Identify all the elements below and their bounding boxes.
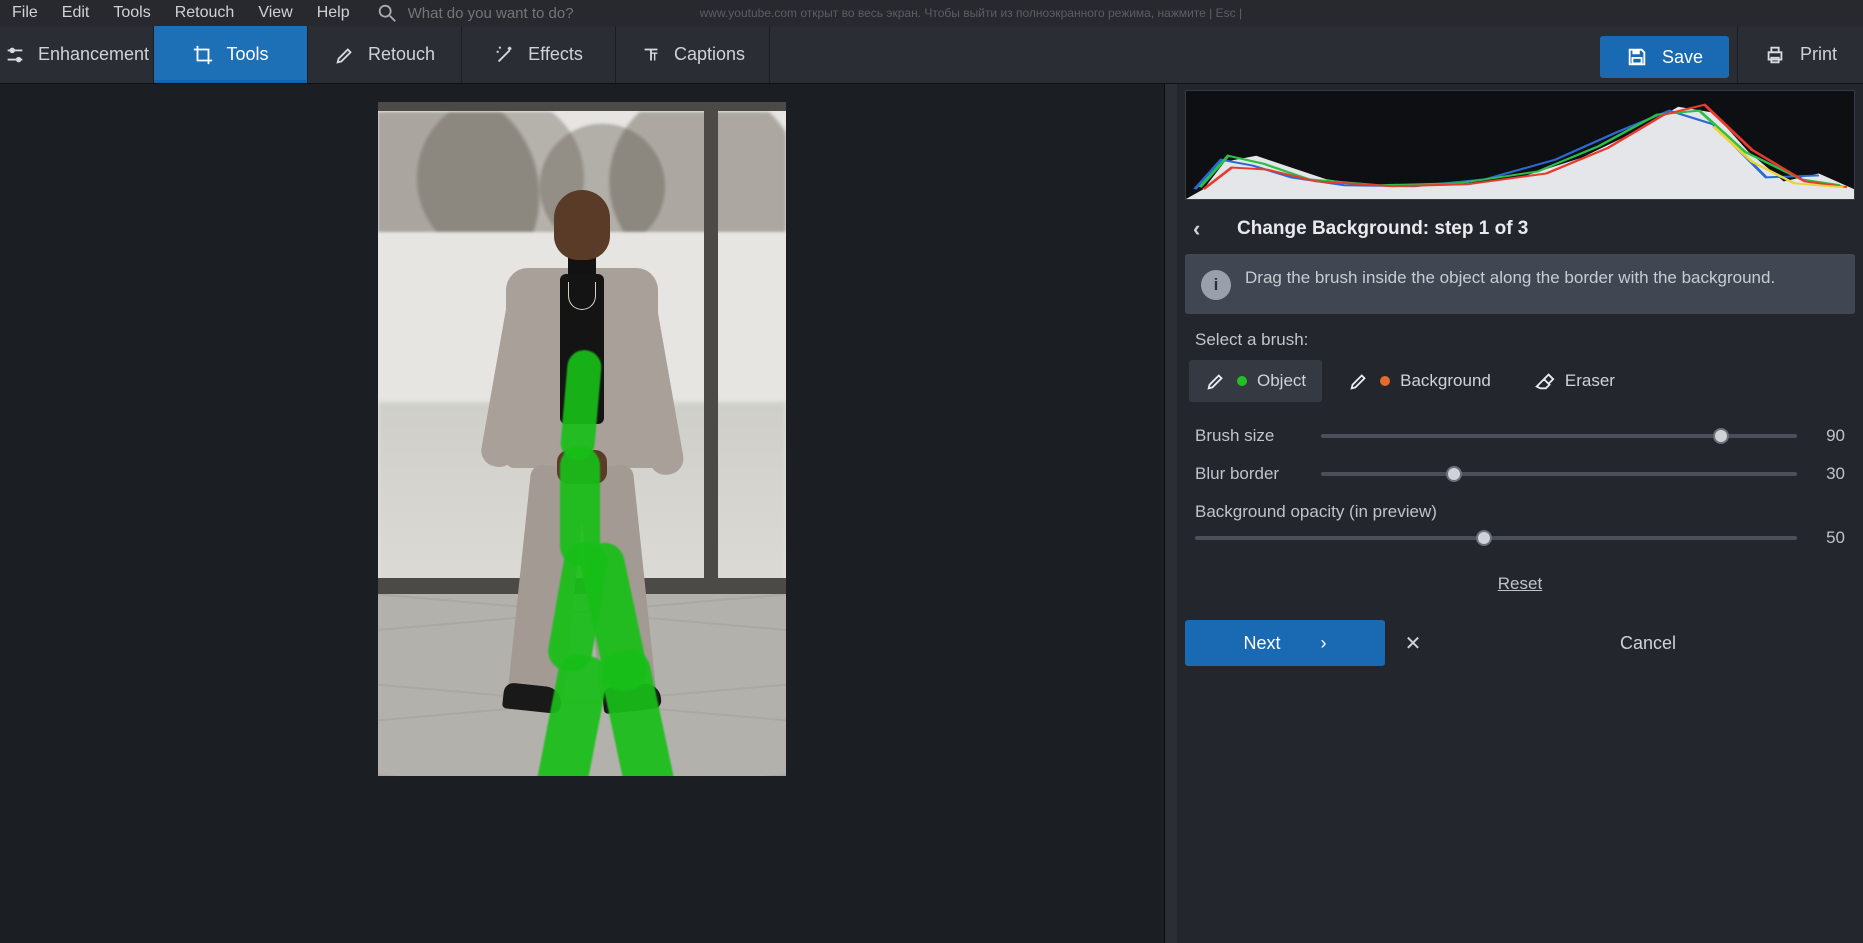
right-sidebar: ‹ Change Background: step 1 of 3 i Drag … [1177,84,1863,943]
menu-retouch[interactable]: Retouch [167,4,243,22]
cancel-button[interactable]: Cancel [1441,620,1855,666]
panel-header: ‹ Change Background: step 1 of 3 [1177,204,1863,254]
tab-label: Captions [674,44,745,65]
bg-opacity-slider[interactable] [1195,528,1797,548]
print-button[interactable]: Print [1737,26,1863,83]
brush-object-label: Object [1257,371,1306,391]
search-input[interactable] [408,5,688,22]
save-label: Save [1662,47,1703,68]
tab-captions[interactable]: Captions [616,26,770,83]
search-icon [376,2,398,24]
info-icon: i [1201,270,1231,300]
menu-edit[interactable]: Edit [54,4,98,22]
menu-bar: File Edit Tools Retouch View Help www.yo… [0,0,1863,26]
brush-background-label: Background [1400,371,1491,391]
canvas-area[interactable] [0,84,1165,943]
brush-eraser-label: Eraser [1565,371,1615,391]
bg-opacity-value: 50 [1811,528,1845,548]
bg-opacity-label: Background opacity (in preview) [1195,502,1845,522]
brush-size-label: Brush size [1195,426,1307,446]
tab-label: Retouch [368,44,435,65]
blur-border-value: 30 [1811,464,1845,484]
wand-icon [494,44,516,66]
vertical-scrollbar[interactable] [1165,84,1177,943]
panel-title: Change Background: step 1 of 3 [1237,218,1528,240]
brush-background-button[interactable]: Background [1332,360,1507,402]
brush-background-icon [1348,370,1370,392]
brush-eraser-button[interactable]: Eraser [1517,360,1631,402]
fullscreen-hint: www.youtube.com открыт во весь экран. Чт… [700,6,1242,20]
next-button[interactable]: Next › [1185,620,1385,666]
save-icon [1626,46,1648,68]
blur-border-label: Blur border [1195,464,1307,484]
brush-size-slider[interactable] [1321,426,1797,446]
brush-object-button[interactable]: Object [1189,360,1322,402]
brush-object-icon [1205,370,1227,392]
sliders-icon [4,44,26,66]
reset-link[interactable]: Reset [1177,554,1863,614]
brush-icon [334,44,356,66]
tab-label: Tools [226,44,268,65]
menu-help[interactable]: Help [309,4,358,22]
main-toolbar: Enhancement Tools Retouch Effects Captio… [0,26,1863,84]
back-icon[interactable]: ‹ [1193,216,1217,242]
tab-retouch[interactable]: Retouch [308,26,462,83]
close-icon[interactable]: ✕ [1385,620,1441,666]
next-label: Next [1243,633,1280,654]
menu-view[interactable]: View [250,4,300,22]
print-label: Print [1800,44,1837,65]
tab-label: Enhancement [38,44,149,65]
chevron-right-icon: › [1321,633,1327,654]
hint-text: Drag the brush inside the object along t… [1245,268,1775,300]
eraser-icon [1533,370,1555,392]
menu-file[interactable]: File [4,4,46,22]
tab-enhancement[interactable]: Enhancement [0,26,154,83]
print-icon [1764,44,1786,66]
tab-effects[interactable]: Effects [462,26,616,83]
brush-size-value: 90 [1811,426,1845,446]
tab-tools[interactable]: Tools [154,26,308,83]
blur-border-slider[interactable] [1321,464,1797,484]
photo-preview[interactable] [378,102,786,776]
tab-label: Effects [528,44,583,65]
hint-box: i Drag the brush inside the object along… [1185,254,1855,314]
select-brush-label: Select a brush: [1177,314,1863,360]
save-button[interactable]: Save [1600,36,1729,78]
histogram [1185,90,1855,200]
menu-tools[interactable]: Tools [105,4,158,22]
crop-icon [192,44,214,66]
text-icon [640,44,662,66]
